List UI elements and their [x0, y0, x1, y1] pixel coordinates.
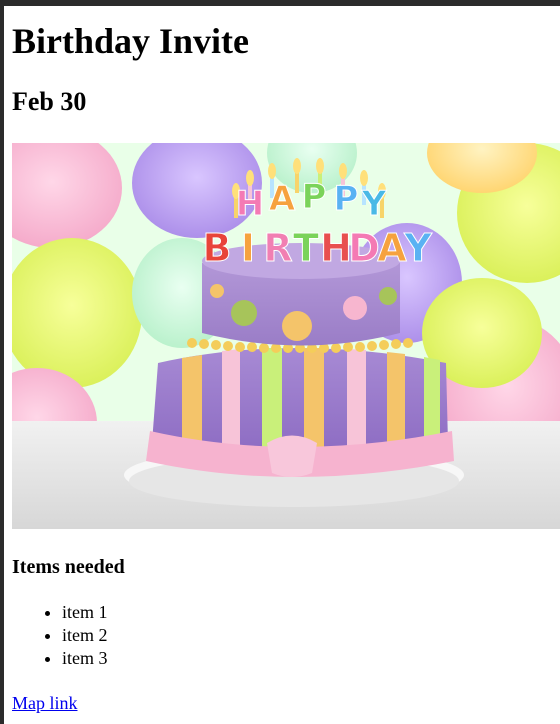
list-item: item 2	[62, 624, 560, 647]
topper-letter: T	[293, 226, 319, 270]
topper-letter: H	[320, 226, 352, 270]
event-date: Feb 30	[12, 87, 87, 116]
topper-letter: R	[263, 226, 292, 270]
window-frame-left	[0, 0, 4, 724]
topper-letter: P	[334, 179, 359, 219]
topper-letter: H	[236, 184, 264, 224]
page-title: Birthday Invite	[12, 21, 250, 61]
topper-letter: B	[203, 226, 232, 270]
list-item: item 3	[62, 647, 560, 670]
topper-letter: A	[269, 179, 296, 219]
topper-letter: I	[241, 226, 255, 270]
topper-letter: Y	[403, 226, 432, 270]
page-content: Birthday Invite Feb 30 H A P P Y B I R T…	[12, 6, 560, 714]
cake-illustration: H A P P Y B I R T H D A Y	[12, 143, 560, 529]
topper-letter: P	[302, 177, 327, 217]
list-item: item 1	[62, 601, 560, 624]
items-needed-heading: Items needed	[12, 556, 125, 578]
birthday-cake-image: H A P P Y B I R T H D A Y	[12, 143, 560, 529]
topper-letter: A	[377, 226, 407, 270]
topper-letter: Y	[361, 184, 387, 224]
map-link[interactable]: Map link	[12, 692, 78, 714]
items-list: item 1 item 2 item 3	[12, 601, 560, 670]
topper-letter: D	[348, 226, 380, 270]
